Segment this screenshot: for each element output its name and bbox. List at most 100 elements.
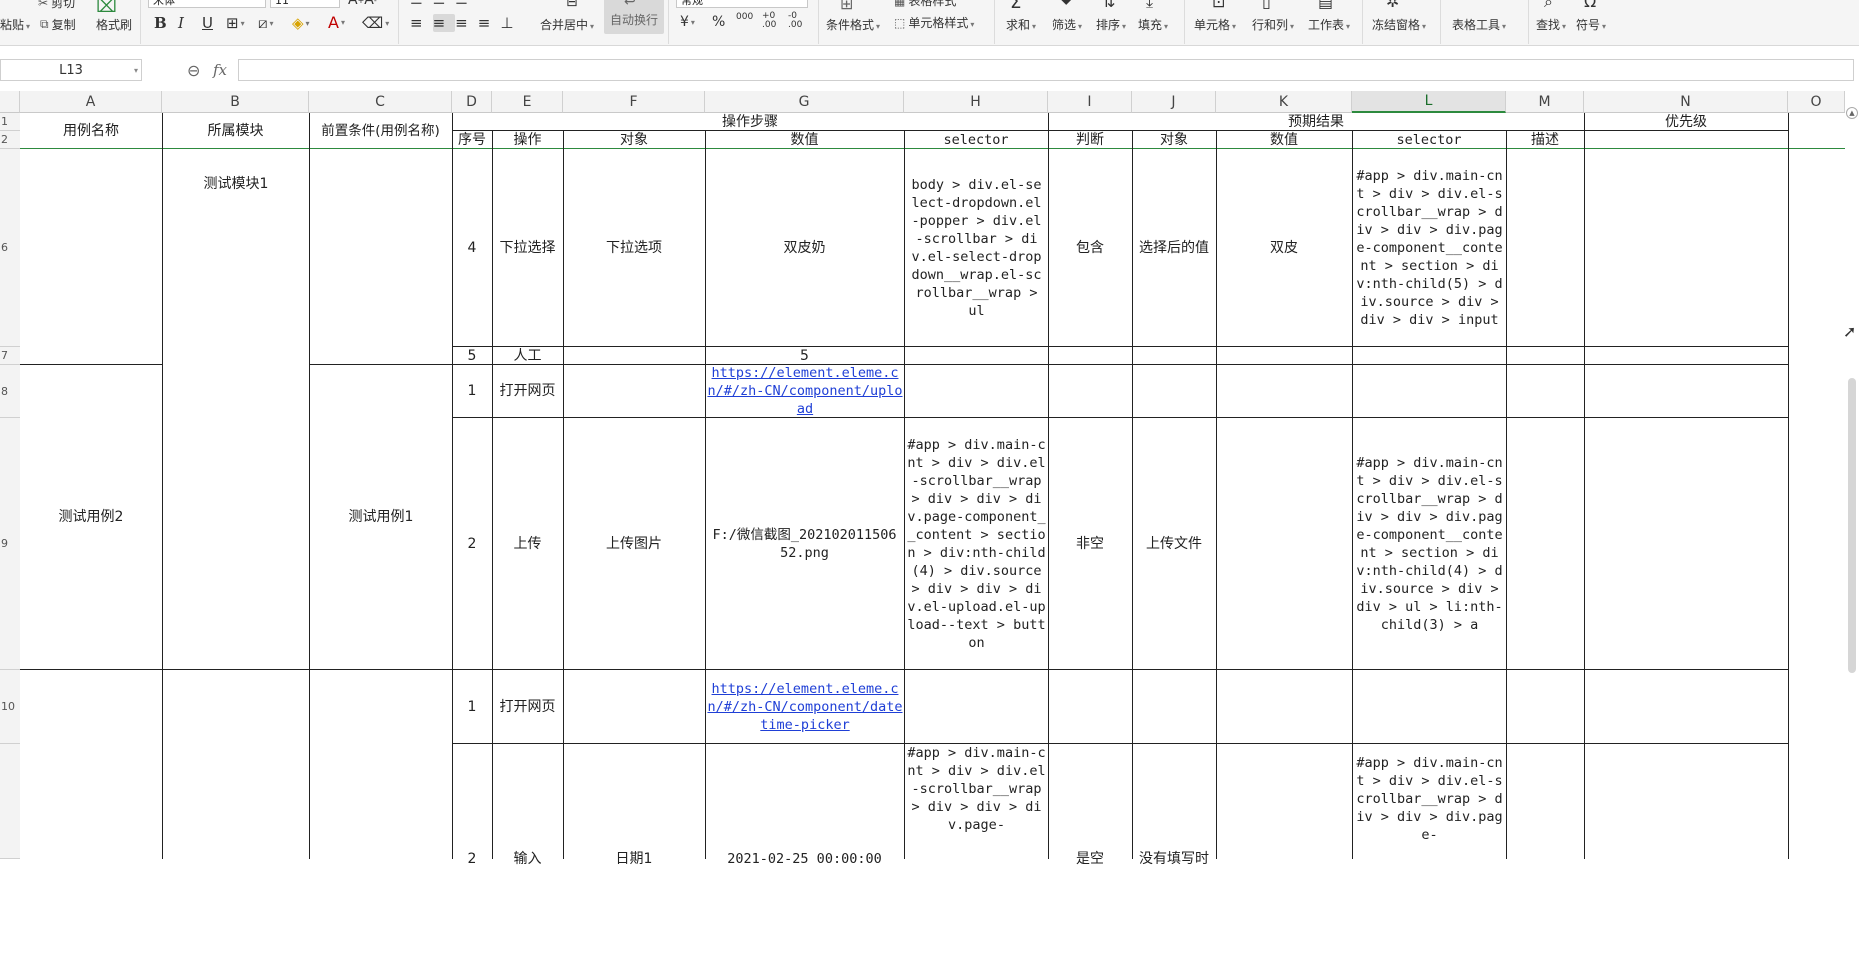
table-cell[interactable]: 上传文件 bbox=[1132, 418, 1216, 669]
exp-selector-cell[interactable]: #app > div.main-cnt > div > div.el-scrol… bbox=[1354, 754, 1505, 859]
table-cell[interactable]: 没有填写时 bbox=[1132, 744, 1216, 974]
header-steps[interactable]: 操作步骤 bbox=[452, 113, 1048, 130]
table-cell[interactable]: 2021-02-25 00:00:00 bbox=[705, 744, 904, 974]
header-priority[interactable]: 优先级 bbox=[1584, 113, 1788, 130]
header-exp-value[interactable]: 数值 bbox=[1216, 131, 1352, 148]
selector-cell[interactable]: #app > div.main-cnt > div > div.el-scrol… bbox=[906, 744, 1047, 859]
row-header-10[interactable]: 10 bbox=[0, 670, 20, 744]
table-cell[interactable]: 非空 bbox=[1048, 418, 1132, 669]
col-header-n[interactable]: N bbox=[1584, 91, 1788, 113]
col-header-k[interactable]: K bbox=[1216, 91, 1352, 113]
row-header-1[interactable]: 1 bbox=[0, 113, 20, 131]
percent-button[interactable]: % bbox=[712, 14, 725, 30]
table-cell[interactable]: 人工 bbox=[492, 347, 563, 364]
merge-center-button[interactable]: 合并居中 bbox=[540, 16, 594, 33]
col-header-i[interactable]: I bbox=[1048, 91, 1132, 113]
header-exp-selector[interactable]: selector bbox=[1352, 131, 1506, 148]
col-header-m[interactable]: M bbox=[1506, 91, 1584, 113]
header-expected[interactable]: 预期结果 bbox=[1048, 113, 1584, 130]
number-format-select[interactable]: 常规 bbox=[676, 0, 808, 8]
table-cell[interactable]: 打开网页 bbox=[492, 365, 563, 417]
table-cell[interactable]: 选择后的值 bbox=[1132, 149, 1216, 346]
vertical-scrollbar[interactable]: ▲ bbox=[1845, 91, 1859, 859]
header-seq[interactable]: 序号 bbox=[452, 131, 492, 148]
col-header-e[interactable]: E bbox=[492, 91, 563, 113]
dec-decimal-button[interactable]: -0 .00 bbox=[788, 12, 810, 30]
paste-button[interactable]: 粘贴 bbox=[0, 16, 30, 33]
selector-cell[interactable]: body > div.el-select-dropdown.el-popper … bbox=[906, 149, 1047, 346]
name-box[interactable]: L13 ▾ bbox=[0, 59, 142, 81]
align-left-icon[interactable]: ≡ bbox=[410, 14, 433, 32]
chevron-down-icon[interactable]: ▾ bbox=[134, 66, 138, 75]
table-tools-button[interactable]: 表格工具 bbox=[1452, 16, 1506, 33]
distributed-icon[interactable]: ⊥ bbox=[500, 14, 523, 32]
worksheet-button[interactable]: 工作表 bbox=[1308, 16, 1350, 33]
table-cell[interactable]: F:/微信截图_20210201150652.png bbox=[712, 418, 897, 669]
case-name-cell[interactable]: 测试用例2 bbox=[20, 365, 162, 669]
selector-cell[interactable]: #app > div.main-cnt > div > div.el-scrol… bbox=[906, 418, 1047, 669]
col-header-c[interactable]: C bbox=[309, 91, 452, 113]
col-header-b[interactable]: B bbox=[162, 91, 309, 113]
header-value[interactable]: 数值 bbox=[705, 131, 904, 148]
table-cell[interactable]: 4 bbox=[452, 149, 492, 346]
table-cell[interactable]: 2 bbox=[452, 744, 492, 974]
bold-button[interactable]: B bbox=[154, 14, 167, 32]
underline-button[interactable]: U bbox=[202, 14, 213, 32]
table-cell[interactable]: 是空 bbox=[1048, 744, 1132, 974]
col-header-l[interactable]: L bbox=[1352, 91, 1506, 113]
table-cell[interactable]: 2 bbox=[452, 418, 492, 669]
table-cell[interactable]: 包含 bbox=[1048, 149, 1132, 346]
table-cell[interactable]: 1 bbox=[452, 670, 492, 743]
zoom-icon[interactable]: ⊖ bbox=[187, 61, 200, 80]
valign-top-icon[interactable]: ☰ bbox=[410, 0, 433, 8]
row-col-button[interactable]: 行和列 bbox=[1252, 16, 1294, 33]
align-buttons[interactable]: ≡ ≡ ≡ ≡ ⊥ bbox=[410, 14, 523, 32]
col-header-g[interactable]: G bbox=[705, 91, 904, 113]
formula-input[interactable] bbox=[238, 59, 1854, 81]
header-case-name[interactable]: 用例名称 bbox=[20, 113, 162, 148]
row-header-9[interactable]: 9 bbox=[0, 418, 20, 670]
inc-decimal-button[interactable]: +0 .00 bbox=[762, 12, 784, 30]
table-cell[interactable]: 5 bbox=[452, 347, 492, 364]
exp-selector-cell[interactable]: #app > div.main-cnt > div > div.el-scrol… bbox=[1354, 149, 1505, 346]
valign-mid-icon[interactable]: ☰ bbox=[433, 0, 456, 8]
col-header-f[interactable]: F bbox=[563, 91, 705, 113]
col-header-o[interactable]: O bbox=[1788, 91, 1845, 113]
cell-style-icon[interactable]: ⧄ bbox=[258, 14, 274, 32]
col-header-j[interactable]: J bbox=[1132, 91, 1216, 113]
row-header-8[interactable]: 8 bbox=[0, 365, 20, 418]
fill-color-icon[interactable]: ◈ bbox=[292, 14, 310, 32]
header-selector[interactable]: selector bbox=[904, 131, 1048, 148]
thousands-button[interactable]: 000 bbox=[736, 12, 753, 22]
header-exp-object[interactable]: 对象 bbox=[1132, 131, 1216, 148]
cell-style-button[interactable]: ⬚ 单元格样式 bbox=[894, 14, 974, 31]
table-cell[interactable]: 输入 bbox=[492, 744, 563, 974]
align-right-icon[interactable]: ≡ bbox=[455, 14, 478, 32]
col-header-h[interactable]: H bbox=[904, 91, 1048, 113]
font-grow-icon[interactable]: A + A- bbox=[348, 0, 377, 8]
select-all-corner[interactable] bbox=[0, 91, 20, 113]
eraser-icon[interactable]: ⌫ bbox=[362, 14, 389, 32]
cell-button[interactable]: 单元格 bbox=[1194, 16, 1236, 33]
header-judge[interactable]: 判断 bbox=[1048, 131, 1132, 148]
font-color-icon[interactable]: A bbox=[328, 13, 345, 32]
find-button[interactable]: 查找 bbox=[1536, 16, 1566, 33]
module-cell[interactable]: 测试模块1 bbox=[163, 149, 309, 669]
col-header-a[interactable]: A bbox=[20, 91, 162, 113]
col-header-d[interactable]: D bbox=[452, 91, 492, 113]
sort-button[interactable]: 排序 bbox=[1096, 16, 1126, 33]
precondition-cell[interactable]: 测试用例1 bbox=[310, 365, 452, 669]
justify-icon[interactable]: ≡ bbox=[478, 14, 501, 32]
table-style-button[interactable]: ▦ 表格样式 bbox=[894, 0, 956, 9]
row-header-2[interactable]: 2 bbox=[0, 131, 20, 149]
header-precondition[interactable]: 前置条件(用例名称) bbox=[309, 113, 452, 148]
copy-button[interactable]: ⧉ 复制 bbox=[40, 16, 76, 33]
currency-button[interactable]: ¥ bbox=[680, 14, 695, 30]
row-header-11[interactable] bbox=[0, 744, 20, 859]
align-center-icon[interactable]: ≡ bbox=[432, 14, 456, 32]
table-cell[interactable]: 双皮奶 bbox=[705, 149, 904, 346]
filter-button[interactable]: 筛选 bbox=[1052, 16, 1082, 33]
font-size-select[interactable]: 11 bbox=[270, 0, 340, 8]
table-cell[interactable]: 1 bbox=[452, 365, 492, 417]
url-link[interactable]: https://element.eleme.cn/#/zh-CN/compone… bbox=[707, 670, 903, 743]
